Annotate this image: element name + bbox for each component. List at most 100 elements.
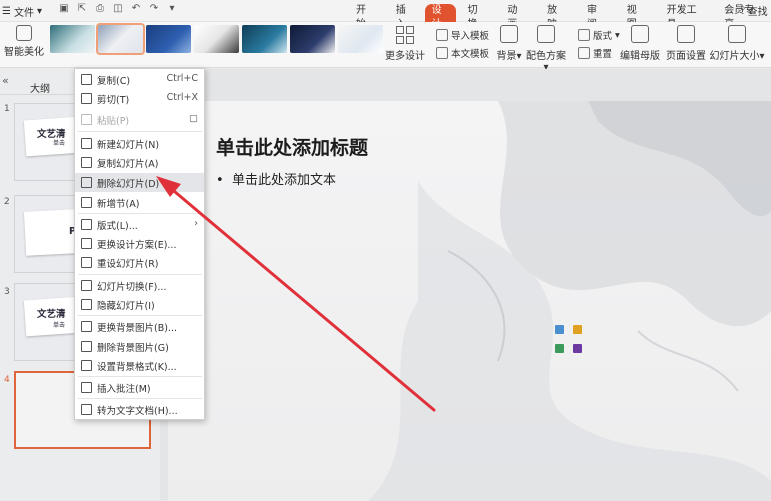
customize-icon[interactable]: ▾ [166,3,178,15]
menu-item-label: 版式(L)... [97,221,138,232]
menu-item-label: 插入批注(M) [97,384,151,395]
body-template-button[interactable]: 本文模板 [436,44,489,62]
menu-divider [78,274,202,275]
menu-item-cut[interactable]: 剪切(T) Ctrl+X [75,89,204,108]
design-thumbnail[interactable] [242,25,287,53]
table-icon[interactable] [555,344,564,353]
print-icon[interactable]: ⎙ [94,3,106,15]
menu-item-label: 新增节(A) [97,199,140,210]
export-icon[interactable]: ⇱ [76,3,88,15]
edit-master-button[interactable]: 编辑母版 [620,25,660,62]
slide-number: 2 [4,197,10,207]
hide-icon [81,299,92,310]
menu-item-label: 转为文字文档(H)... [97,406,178,417]
search-icon: ⌕ [740,3,746,14]
bullet-icon: • [216,173,232,188]
menu-item-label: 重设幻灯片(R) [97,259,159,270]
quick-access-toolbar: ▣ ⇱ ⎙ ◫ ↶ ↷ ▾ [58,3,178,15]
color-scheme-button[interactable]: 配色方案▾ [524,25,568,73]
menu-item-layout[interactable]: 版式(L)... › [75,215,204,234]
menu-item-label: 幻灯片切换(F)... [97,282,167,293]
current-slide[interactable]: 单击此处添加标题 • 单击此处添加文本 [168,101,771,501]
tab-outline[interactable]: 大纲 [30,80,50,95]
delete-slide-icon [81,177,92,188]
slide-size-button[interactable]: 幻灯片大小▾ [708,25,766,62]
cube-icon [16,25,32,41]
menu-item-label: 删除幻灯片(D) [97,179,160,190]
page-setup-button[interactable]: 页面设置 [666,25,706,62]
menu-item-delete-background[interactable]: 删除背景图片(G) [75,337,204,356]
menu-item-transition[interactable]: 幻灯片切换(F)... [75,276,204,295]
layout-icon [578,29,590,41]
reset-label: 重置 [593,49,613,60]
new-slide-icon [81,138,92,149]
design-thumbnail[interactable] [96,23,145,55]
context-menu: 复制(C) Ctrl+C 剪切(T) Ctrl+X 粘贴(P) ▢ 新建幻灯片(N) … [74,68,205,420]
background-button[interactable]: 背景▾ [495,25,523,62]
menu-divider [78,376,202,377]
search-button[interactable]: ⌕ 查找 [740,3,768,18]
reset-button[interactable]: 重置 [578,44,620,62]
menu-item-insert-comment[interactable]: 插入批注(M) [75,378,204,397]
image-icon [81,321,92,332]
design-thumbnail[interactable] [146,25,191,53]
master-icon [631,25,649,43]
undo-icon[interactable]: ↶ [130,3,142,15]
layout-group: 版式 ▾ 重置 [578,26,620,62]
redo-icon[interactable]: ↷ [148,3,160,15]
smart-beautify-button[interactable]: 智能美化 [2,25,46,58]
paste-options-icon: ▢ [189,113,198,124]
chevron-down-icon: ▾ [36,6,42,17]
smart-beautify-label: 智能美化 [4,47,44,58]
file-menu-label: 文件 [13,8,34,19]
reset-icon [578,47,590,59]
insert-content-icons [555,325,582,353]
menu-item-reset-slide[interactable]: 重设幻灯片(R) [75,253,204,272]
menu-item-new-slide[interactable]: 新建幻灯片(N) [75,134,204,153]
menu-item-shortcut: Ctrl+X [166,92,198,103]
search-label: 查找 [747,7,768,18]
menu-item-hide-slide[interactable]: 隐藏幻灯片(I) [75,295,204,314]
format-button[interactable]: 版式 ▾ [578,26,620,44]
slide-title-placeholder[interactable]: 单击此处添加标题 [216,133,368,160]
delete-image-icon [81,341,92,352]
design-thumbnail[interactable] [50,25,95,53]
collapse-icon[interactable]: « [2,74,9,87]
design-thumbnail[interactable] [194,25,239,53]
chevron-down-icon: ▾ [759,51,765,62]
print-preview-icon[interactable]: ◫ [112,3,124,15]
slide-body-placeholder[interactable]: • 单击此处添加文本 [216,169,336,188]
transition-icon [81,280,92,291]
menu-item-copy[interactable]: 复制(C) Ctrl+C [75,70,204,89]
file-menu[interactable]: ☰ 文件 ▾ [2,4,42,19]
menu-item-label: 删除背景图片(G) [97,343,169,354]
design-thumbnail[interactable] [290,25,335,53]
design-icon [81,238,92,249]
copy-icon [81,74,92,85]
save-icon[interactable]: ▣ [58,3,70,15]
chart-icon[interactable] [573,325,582,334]
video-icon[interactable] [573,344,582,353]
menu-item-delete-slide[interactable]: 删除幻灯片(D) [75,173,204,192]
menu-item-shortcut: Ctrl+C [166,73,199,84]
menu-item-convert-to-document[interactable]: 转为文字文档(H)... [75,400,204,419]
menu-item-new-section[interactable]: 新增节(A) [75,193,204,212]
page-setup-icon [677,25,695,43]
picture-icon[interactable] [555,325,564,334]
format-icon [81,360,92,371]
menu-item-background-format[interactable]: 设置背景格式(K)... [75,356,204,375]
slide-number: 4 [4,375,10,385]
scissors-icon [81,93,92,104]
menu-divider [78,315,202,316]
design-thumbnail[interactable] [338,25,383,53]
more-designs-button[interactable]: 更多设计 [384,26,426,62]
paste-icon [81,114,92,125]
import-template-button[interactable]: 导入模板 [436,26,489,44]
menu-divider [78,213,202,214]
menu-item-duplicate-slide[interactable]: 复制幻灯片(A) [75,153,204,172]
menu-item-change-background[interactable]: 更换背景图片(B)... [75,317,204,336]
background-label: 背景 [496,51,517,62]
title-bar: ☰ 文件 ▾ ▣ ⇱ ⎙ ◫ ↶ ↷ ▾ 开始 插入 设计 切换 动画 放映 审… [0,0,771,32]
design-gallery [50,23,383,55]
menu-item-change-design[interactable]: 更换设计方案(E)... [75,234,204,253]
